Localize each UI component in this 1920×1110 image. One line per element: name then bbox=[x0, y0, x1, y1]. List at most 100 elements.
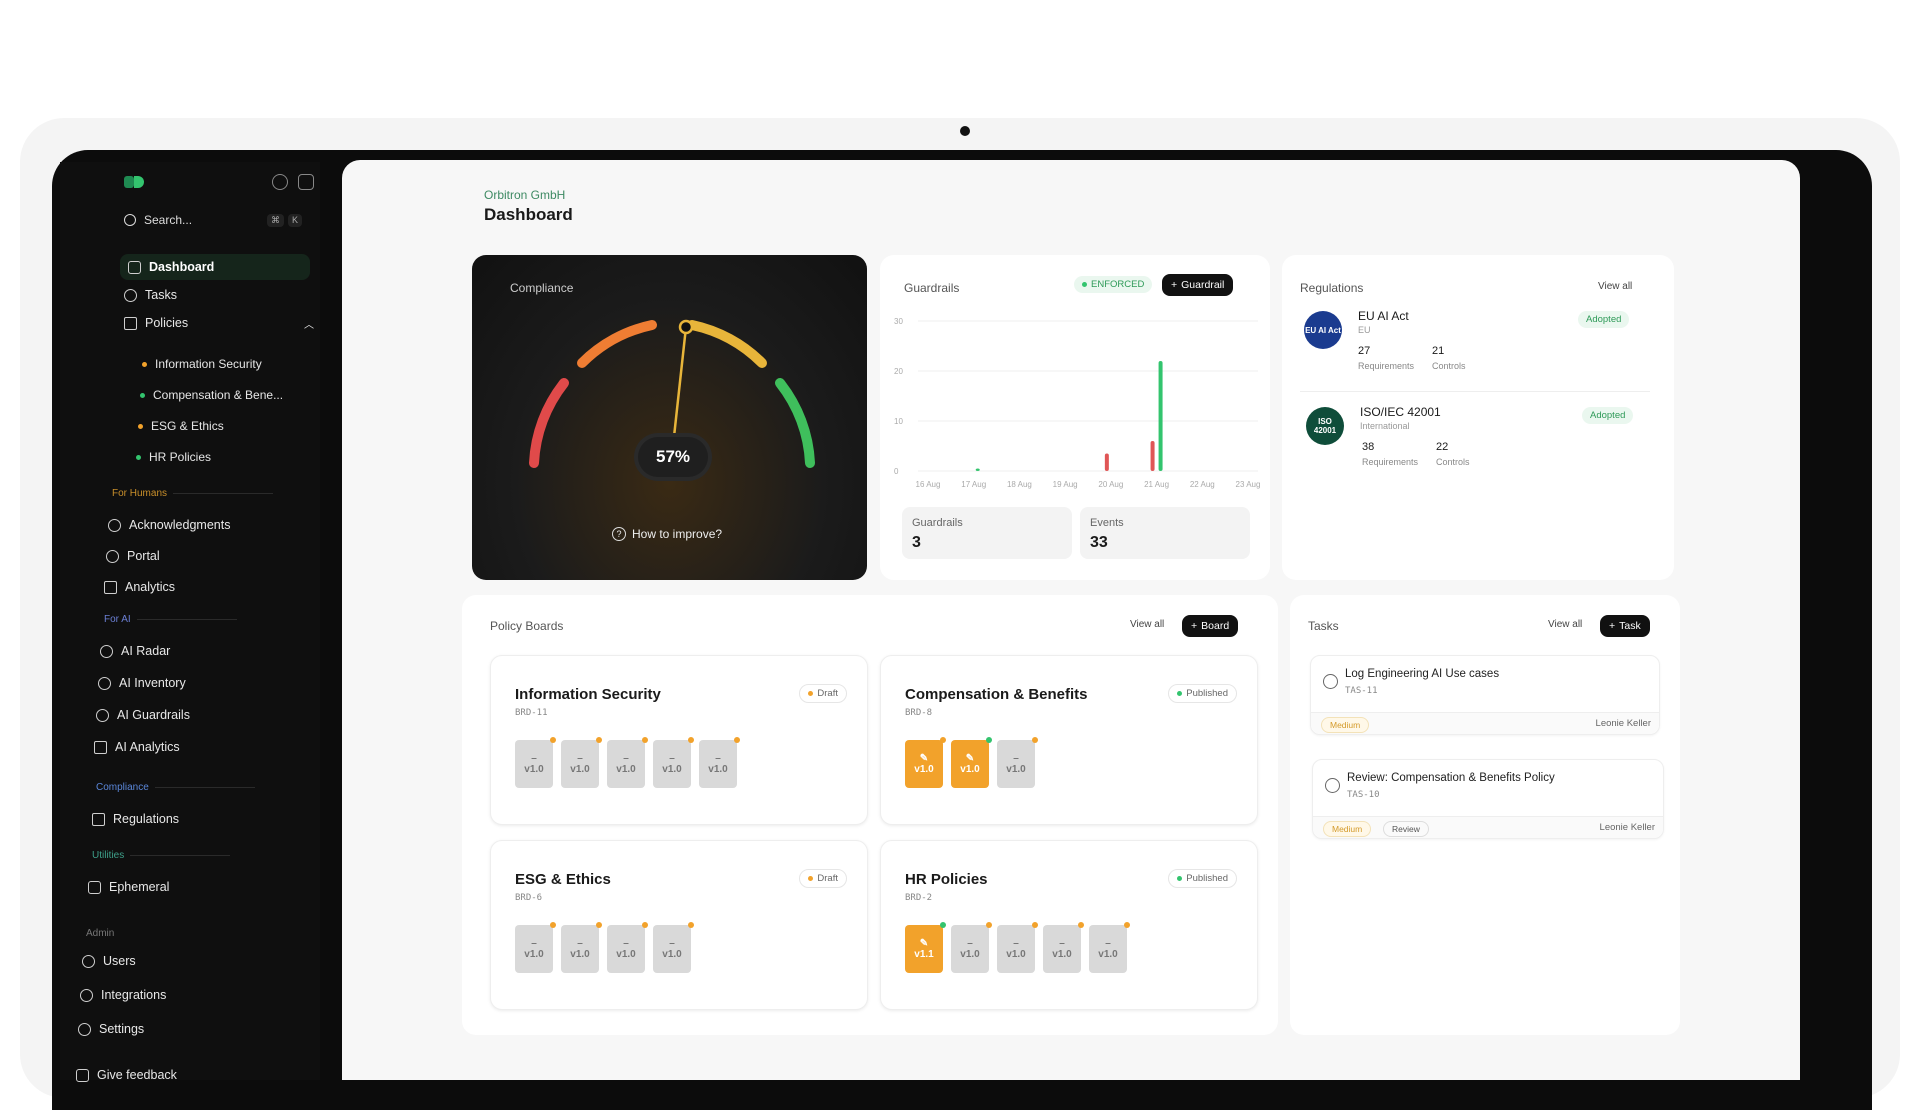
sidebar-item-ai-radar[interactable]: AI Radar bbox=[100, 638, 170, 664]
version-tile[interactable]: – v1.0 bbox=[607, 922, 648, 973]
tasks-view-all-link[interactable]: View all bbox=[1548, 619, 1582, 630]
task-checkbox[interactable] bbox=[1325, 778, 1340, 793]
task-item[interactable]: Review: Compensation & Benefits Policy T… bbox=[1312, 759, 1664, 839]
sidebar-item-ai-inventory[interactable]: AI Inventory bbox=[98, 670, 186, 696]
status-dot bbox=[136, 454, 141, 460]
version-tile[interactable]: – v1.0 bbox=[699, 737, 740, 788]
sidebar-item-tasks[interactable]: Tasks bbox=[124, 282, 177, 308]
sidebar-item-settings[interactable]: Settings bbox=[78, 1016, 144, 1042]
chart-icon bbox=[104, 580, 117, 594]
sidebar-policy-information-security[interactable]: Information Security bbox=[142, 357, 262, 371]
requirements-count: 27 bbox=[1358, 345, 1371, 357]
board-hr-policies[interactable]: HR Policies BRD-2 Published ✎ v1.1 – v1.0 … bbox=[880, 840, 1258, 1010]
version-tile[interactable]: – v1.0 bbox=[997, 737, 1038, 788]
chart-bar bbox=[975, 468, 980, 471]
sidebar-policy-compensation[interactable]: Compensation & Bene... bbox=[140, 388, 283, 402]
search-input[interactable]: Search... ⌘ K bbox=[124, 206, 302, 234]
sidebar: Search... ⌘ K Dashboard Tasks Policies ︿ … bbox=[60, 162, 320, 1082]
guardrails-card: Guardrails ENFORCED + Guardrail 0 10 20 30 16… bbox=[880, 255, 1270, 580]
x-tick-label: 22 Aug bbox=[1190, 480, 1215, 489]
document-icon bbox=[124, 316, 137, 330]
version-tile[interactable]: ✎ v1.0 bbox=[905, 737, 946, 788]
controls-count: 21 bbox=[1432, 345, 1445, 357]
regulations-view-all-link[interactable]: View all bbox=[1598, 281, 1632, 292]
sidebar-item-ai-analytics[interactable]: AI Analytics bbox=[94, 734, 180, 760]
task-item[interactable]: Log Engineering AI Use cases TAS-11 Medi… bbox=[1310, 655, 1660, 735]
version-tile[interactable]: – v1.0 bbox=[1043, 922, 1084, 973]
sidebar-item-users[interactable]: Users bbox=[82, 948, 136, 974]
sidebar-item-acknowledgments[interactable]: Acknowledgments bbox=[108, 512, 230, 538]
globe-icon bbox=[106, 549, 119, 563]
policy-label: Information Security bbox=[155, 357, 262, 371]
version-tile[interactable]: ✎ v1.1 bbox=[905, 922, 946, 973]
board-compensation-benefits[interactable]: Compensation & Benefits BRD-8 Published … bbox=[880, 655, 1258, 825]
compliance-card[interactable]: Compliance 57% ? How to improve? bbox=[472, 255, 867, 580]
version-tile[interactable]: – v1.0 bbox=[951, 922, 992, 973]
sidebar-item-label: Acknowledgments bbox=[129, 518, 231, 532]
globe-icon[interactable] bbox=[272, 174, 288, 190]
regulation-name[interactable]: ISO/IEC 42001 bbox=[1360, 405, 1441, 419]
give-feedback-button[interactable]: Give feedback bbox=[76, 1062, 177, 1088]
regulation-name[interactable]: EU AI Act bbox=[1358, 309, 1409, 323]
version-tile[interactable]: – v1.0 bbox=[653, 922, 694, 973]
add-guardrail-button[interactable]: + Guardrail bbox=[1162, 274, 1234, 296]
x-tick-label: 20 Aug bbox=[1098, 480, 1123, 489]
gauge-needle bbox=[670, 326, 688, 456]
plus-icon: + bbox=[1171, 279, 1178, 291]
version-tile[interactable]: – v1.0 bbox=[561, 922, 602, 973]
board-esg-ethics[interactable]: ESG & Ethics BRD-6 Draft – v1.0 – v1.0 – v1… bbox=[490, 840, 868, 1010]
camera-dot bbox=[960, 126, 970, 136]
sidebar-item-policies[interactable]: Policies ︿ bbox=[124, 310, 314, 336]
gear-icon bbox=[78, 1022, 91, 1036]
status-dot bbox=[142, 361, 147, 367]
version-tile[interactable]: – v1.0 bbox=[997, 922, 1038, 973]
users-icon bbox=[82, 954, 95, 968]
board-id: BRD-2 bbox=[905, 893, 933, 903]
version-tile[interactable]: – v1.0 bbox=[607, 737, 648, 788]
add-board-button[interactable]: + Board bbox=[1182, 615, 1239, 637]
radar-icon bbox=[100, 644, 113, 658]
chart-bar bbox=[1150, 441, 1155, 471]
board-information-security[interactable]: Information Security BRD-11 Draft – v1.0 … bbox=[490, 655, 868, 825]
status-badge: Draft bbox=[799, 869, 847, 888]
chart-bar bbox=[1104, 453, 1109, 471]
version-tile[interactable]: – v1.0 bbox=[653, 737, 694, 788]
policy-boards-title: Policy Boards bbox=[490, 619, 564, 633]
boards-view-all-link[interactable]: View all bbox=[1130, 619, 1164, 630]
sidebar-item-regulations[interactable]: Regulations bbox=[92, 806, 179, 832]
sidebar-item-dashboard[interactable]: Dashboard bbox=[120, 254, 310, 280]
chevron-up-icon[interactable]: ︿ bbox=[304, 316, 314, 331]
sidebar-item-ai-guardrails[interactable]: AI Guardrails bbox=[96, 702, 190, 728]
sidebar-item-label: Regulations bbox=[113, 812, 180, 826]
task-checkbox[interactable] bbox=[1323, 674, 1338, 689]
x-tick-label: 23 Aug bbox=[1236, 480, 1261, 489]
sidebar-policy-esg[interactable]: ESG & Ethics bbox=[138, 419, 224, 433]
sidebar-item-label: Tasks bbox=[145, 288, 177, 302]
sidebar-item-ephemeral[interactable]: Ephemeral bbox=[88, 874, 169, 900]
add-task-button[interactable]: + Task bbox=[1600, 615, 1650, 637]
sidebar-toggle-icon[interactable] bbox=[298, 174, 314, 190]
events-count-stat: Events 33 bbox=[1080, 507, 1250, 559]
version-tile[interactable]: – v1.0 bbox=[515, 922, 556, 973]
shield-icon bbox=[96, 708, 109, 722]
sidebar-item-label: Ephemeral bbox=[109, 880, 170, 894]
sidebar-item-portal[interactable]: Portal bbox=[106, 543, 160, 569]
tasks-card: Tasks View all + Task Log Engineering AI … bbox=[1290, 595, 1680, 1035]
sidebar-policy-hr[interactable]: HR Policies bbox=[136, 450, 211, 464]
how-to-improve-link[interactable]: ? How to improve? bbox=[612, 527, 722, 541]
version-tile[interactable]: – v1.0 bbox=[1089, 922, 1130, 973]
y-tick-label: 20 bbox=[894, 367, 903, 376]
sidebar-item-integrations[interactable]: Integrations bbox=[80, 982, 166, 1008]
compliance-value: 57% bbox=[638, 437, 708, 477]
page-title: Dashboard bbox=[484, 205, 573, 224]
inventory-icon bbox=[98, 676, 111, 690]
version-tile[interactable]: – v1.0 bbox=[515, 737, 556, 788]
person-sign-icon bbox=[108, 518, 121, 532]
x-tick-label: 21 Aug bbox=[1144, 480, 1169, 489]
version-tile[interactable]: ✎ v1.0 bbox=[951, 737, 992, 788]
sidebar-item-label: AI Radar bbox=[121, 644, 171, 658]
requirements-label: Requirements bbox=[1362, 457, 1419, 467]
version-tile[interactable]: – v1.0 bbox=[561, 737, 602, 788]
sidebar-item-analytics[interactable]: Analytics bbox=[104, 574, 175, 600]
regulation-region: International bbox=[1360, 421, 1410, 431]
